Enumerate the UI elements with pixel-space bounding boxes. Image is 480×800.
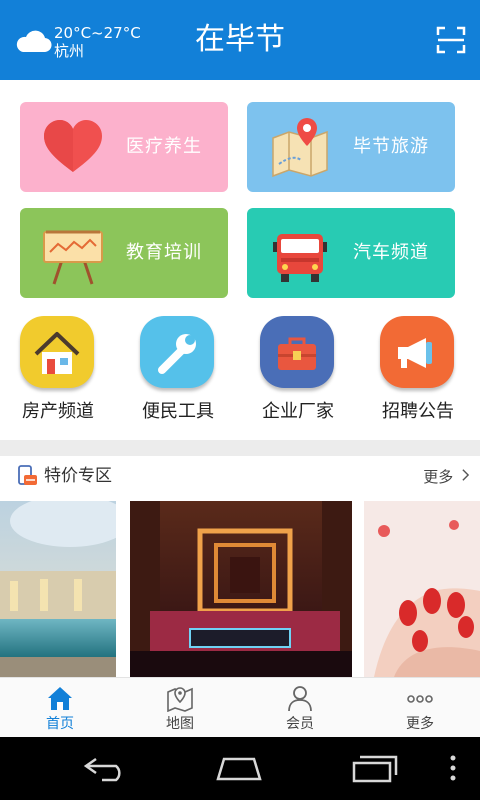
chalkboard-icon bbox=[43, 230, 103, 285]
section-title: 特价专区 bbox=[44, 466, 112, 486]
more-label: 更多 bbox=[423, 468, 454, 486]
nav-label: 地图 bbox=[166, 716, 194, 732]
section-divider bbox=[0, 440, 480, 456]
tag-icon bbox=[18, 465, 37, 485]
cloud-icon bbox=[16, 30, 52, 53]
home-key-icon[interactable] bbox=[214, 753, 264, 783]
nav-label: 会员 bbox=[286, 716, 314, 732]
nav-home[interactable]: 首页 bbox=[0, 678, 120, 738]
nav-label: 首页 bbox=[46, 716, 74, 732]
shortcut-label: 企业厂家 bbox=[262, 401, 334, 422]
tile-medical[interactable]: 医疗养生 bbox=[20, 102, 228, 192]
overflow-icon[interactable] bbox=[448, 753, 458, 783]
nav-member[interactable]: 会员 bbox=[240, 678, 360, 738]
tile-travel[interactable]: 毕节旅游 bbox=[247, 102, 455, 192]
tile-label: 汽车频道 bbox=[353, 242, 429, 263]
pool-photo[interactable] bbox=[0, 501, 116, 677]
user-icon bbox=[288, 686, 312, 712]
home-icon bbox=[48, 687, 72, 710]
wrench-icon bbox=[158, 334, 196, 374]
shortcut-enterprise[interactable]: 企业厂家 bbox=[248, 316, 348, 432]
nails-photo[interactable] bbox=[364, 501, 480, 677]
more-link[interactable]: 更多 bbox=[423, 467, 470, 487]
app-header: 20°C~27°C 杭州 在毕节 bbox=[0, 0, 480, 80]
nav-more[interactable]: 更多 bbox=[360, 678, 480, 738]
shortcut-circle bbox=[20, 316, 94, 388]
tile-label: 毕节旅游 bbox=[353, 136, 429, 157]
shortcut-jobs[interactable]: 招聘公告 bbox=[368, 316, 468, 432]
weather-widget[interactable]: 20°C~27°C 杭州 bbox=[14, 24, 144, 64]
weather-temperature: 20°C~27°C bbox=[54, 24, 141, 42]
shortcut-label: 招聘公告 bbox=[382, 401, 454, 422]
system-nav-bar bbox=[0, 737, 480, 800]
tile-education[interactable]: 教育培训 bbox=[20, 208, 228, 298]
shortcut-circle bbox=[140, 316, 214, 388]
house-icon bbox=[34, 332, 80, 374]
shortcut-tools[interactable]: 便民工具 bbox=[128, 316, 228, 432]
shortcut-circle bbox=[380, 316, 454, 388]
toolbox-icon bbox=[278, 337, 316, 370]
heart-icon bbox=[44, 120, 102, 172]
shortcut-housing[interactable]: 房产频道 bbox=[8, 316, 108, 432]
map-icon bbox=[167, 687, 193, 712]
recents-icon[interactable] bbox=[350, 753, 400, 783]
special-section-header: 特价专区 更多 bbox=[0, 456, 480, 498]
shortcut-label: 便民工具 bbox=[142, 401, 214, 422]
more-dots-icon bbox=[407, 695, 433, 703]
nav-label: 更多 bbox=[406, 716, 434, 732]
scan-icon[interactable] bbox=[436, 26, 466, 54]
weather-city: 杭州 bbox=[54, 42, 85, 60]
chevron-right-icon bbox=[461, 467, 470, 487]
tile-label: 医疗养生 bbox=[126, 136, 202, 157]
back-icon[interactable] bbox=[82, 753, 130, 783]
ktv-room-photo[interactable] bbox=[130, 501, 352, 677]
map-pin-icon bbox=[272, 118, 328, 178]
bottom-nav: 首页 地图 会员 更多 bbox=[0, 677, 480, 737]
megaphone-icon bbox=[398, 338, 432, 368]
nav-map[interactable]: 地图 bbox=[120, 678, 240, 738]
truck-icon bbox=[273, 234, 327, 282]
shortcut-circle bbox=[260, 316, 334, 388]
shortcut-label: 房产频道 bbox=[22, 401, 94, 422]
tile-label: 教育培训 bbox=[126, 242, 202, 263]
tile-auto[interactable]: 汽车频道 bbox=[247, 208, 455, 298]
